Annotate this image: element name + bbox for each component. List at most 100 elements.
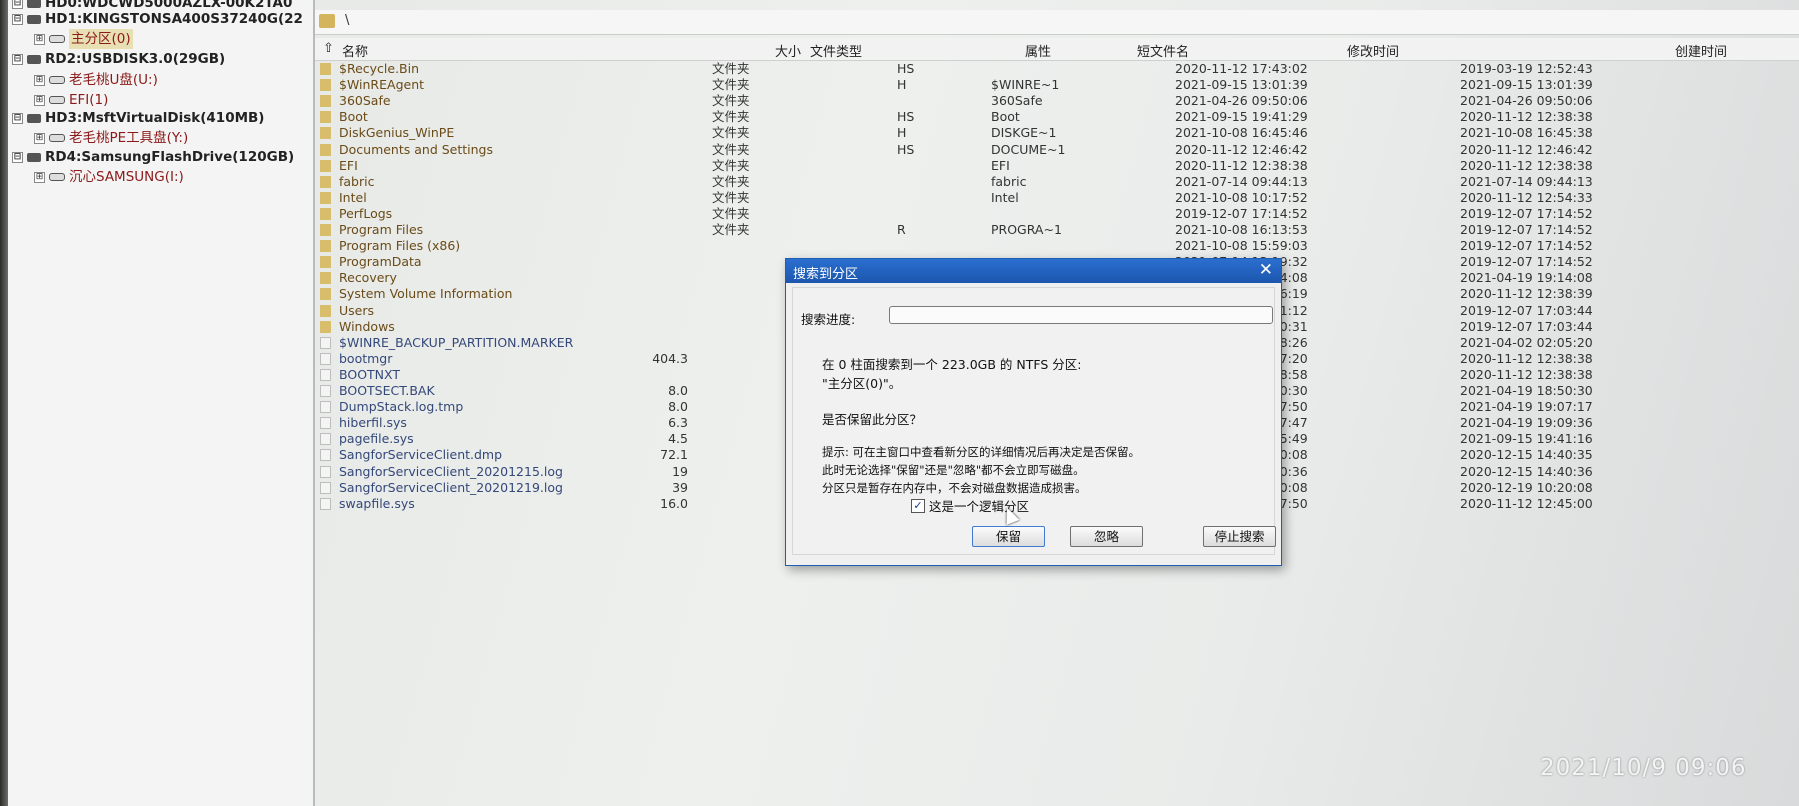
folder-icon: [320, 175, 331, 188]
folder-icon: [320, 207, 331, 220]
file-icon: [320, 481, 331, 494]
file-icon: [320, 352, 331, 365]
file-list-header: ⇧ 名称 大小 文件类型 属性 短文件名 修改时间 创建时间: [315, 38, 1799, 61]
collapse-icon[interactable]: ⊟: [12, 112, 23, 124]
monitor-bezel: [0, 0, 8, 806]
folder-icon: [320, 256, 331, 269]
tree-disk-item[interactable]: ⊟ RD4:SamsungFlashDrive(120GB): [12, 147, 294, 167]
hint-line-2: 此时无论选择"保留"还是"忽略"都不会立即写磁盘。: [822, 463, 1085, 477]
expand-icon[interactable]: ⊞: [34, 132, 45, 144]
folder-icon: [320, 127, 331, 140]
tree-item-label: RD4:SamsungFlashDrive(120GB): [45, 149, 295, 165]
collapse-icon[interactable]: ⊟: [12, 53, 23, 65]
keep-question: 是否保留此分区？: [822, 412, 923, 427]
tree-item-label: HD1:KINGSTONSA400S37240G(22: [45, 11, 303, 27]
tree-partition-item[interactable]: ⊞ 主分区(0): [34, 29, 133, 49]
tree-item-label: RD2:USBDISK3.0(29GB): [45, 51, 226, 67]
screen: ⊟ HD0:WDCWD5000AZLX-00K2TA0 ⊟ HD1:KINGSTONS…: [0, 0, 1799, 806]
progress-label: 搜索进度:: [801, 312, 856, 327]
file-icon: [320, 385, 331, 397]
expand-icon[interactable]: ⊞: [34, 33, 45, 45]
dialog-title: 搜索到分区: [793, 267, 859, 282]
found-line-2: "主分区(0)"。: [822, 376, 902, 391]
folder-icon: [320, 272, 331, 285]
sort-arrow-icon[interactable]: ⇧: [323, 41, 334, 56]
file-created-time: 2020-11-12 12:45:00: [1460, 495, 1593, 511]
tree-item-label: 老毛桃U盘(U:): [69, 72, 158, 88]
collapse-icon[interactable]: ⊟: [12, 13, 23, 25]
folder-icon: [320, 111, 331, 124]
tree-disk-item[interactable]: ⊟ HD3:MsftVirtualDisk(410MB): [12, 108, 264, 128]
partition-icon: [49, 134, 65, 142]
column-header-short-name[interactable]: 短文件名: [1137, 41, 1189, 60]
expand-icon[interactable]: ⊞: [34, 171, 45, 183]
close-icon[interactable]: ✕: [1259, 260, 1273, 280]
hard-disk-icon: [27, 54, 41, 64]
found-line-1: 在 0 柱面搜索到一个 223.0GB 的 NTFS 分区:: [822, 357, 1082, 372]
folder-icon: [320, 159, 331, 172]
collapse-icon[interactable]: ⊟: [12, 151, 23, 163]
hard-disk-icon: [27, 152, 41, 162]
file-size: 16.0: [660, 495, 688, 511]
tree-item-label: 沉心SAMSUNG(I:): [69, 169, 184, 185]
file-icon: [320, 433, 331, 446]
folder-icon: [319, 14, 335, 28]
hard-disk-icon: [27, 14, 41, 24]
partition-icon: [49, 173, 65, 181]
hint-line-1: 提示: 可在主窗口中查看新分区的详细情况后再决定是否保留。: [822, 445, 1141, 459]
dialog-body: 搜索进度: 在 0 柱面搜索到一个 223.0GB 的 NTFS 分区: "主分…: [792, 287, 1276, 555]
column-header-created[interactable]: 创建时间: [1675, 41, 1727, 60]
disk-tree-panel: ⊟ HD0:WDCWD5000AZLX-00K2TA0 ⊟ HD1:KINGSTONS…: [8, 0, 315, 806]
tree-item-label: 主分区(0): [69, 29, 133, 49]
folder-icon: [320, 320, 331, 333]
ignore-button[interactable]: 忽略: [1070, 526, 1143, 547]
column-header-attr[interactable]: 属性: [1025, 41, 1051, 60]
partition-found-dialog: 搜索到分区 ✕ 搜索进度: 在 0 柱面搜索到一个 223.0GB 的 NTFS…: [785, 258, 1282, 566]
expand-icon[interactable]: ⊞: [34, 94, 45, 106]
collapse-icon[interactable]: ⊟: [12, 0, 23, 9]
partition-icon: [49, 96, 65, 104]
photo-timestamp: 2021/10/9 09:06: [1540, 755, 1747, 781]
tree-disk-item[interactable]: ⊟ RD2:USBDISK3.0(29GB): [12, 49, 225, 69]
folder-icon: [320, 304, 331, 317]
file-icon: [320, 417, 331, 430]
partition-icon: [49, 35, 65, 43]
expand-icon[interactable]: ⊞: [34, 74, 45, 86]
folder-icon: [320, 63, 331, 75]
folder-icon: [320, 143, 331, 156]
folder-icon: [320, 79, 331, 92]
hint-line-3: 分区只是暂存在内存中，不会对磁盘数据造成损害。: [822, 481, 1087, 495]
tree-partition-item[interactable]: ⊞ 老毛桃U盘(U:): [34, 70, 158, 90]
dialog-title-bar[interactable]: 搜索到分区 ✕: [786, 259, 1281, 283]
tree-item-label: 老毛桃PE工具盘(Y:): [69, 130, 189, 146]
partition-icon: [49, 76, 65, 84]
search-progress-bar: [889, 306, 1273, 324]
file-icon: [320, 465, 331, 478]
tree-partition-item[interactable]: ⊞ 沉心SAMSUNG(I:): [34, 167, 184, 187]
file-icon: [320, 449, 331, 462]
path-text: \: [345, 13, 350, 28]
column-header-size[interactable]: 大小: [775, 41, 801, 60]
tree-partition-item[interactable]: ⊞ EFI(1): [34, 90, 108, 110]
tree-disk-item[interactable]: ⊟ HD1:KINGSTONSA400S37240G(22: [12, 9, 303, 29]
file-name: swapfile.sys: [339, 495, 415, 511]
column-header-type[interactable]: 文件类型: [810, 41, 862, 60]
file-icon: [320, 401, 331, 414]
folder-icon: [320, 240, 331, 253]
folder-icon: [320, 224, 331, 236]
path-bar[interactable]: \: [315, 10, 1799, 35]
tree-partition-item[interactable]: ⊞ 老毛桃PE工具盘(Y:): [34, 128, 188, 148]
folder-icon: [320, 191, 331, 204]
column-header-name[interactable]: 名称: [342, 41, 368, 60]
tree-item-label: HD3:MsftVirtualDisk(410MB): [45, 110, 265, 126]
hard-disk-icon: [27, 113, 41, 123]
tree-item-label: EFI(1): [69, 92, 109, 108]
file-icon: [320, 368, 331, 381]
column-header-modified[interactable]: 修改时间: [1347, 41, 1399, 60]
logical-partition-checkbox[interactable]: ✓: [911, 498, 925, 513]
file-icon: [320, 497, 331, 510]
keep-button[interactable]: 保留: [972, 526, 1045, 547]
stop-search-button[interactable]: 停止搜索: [1203, 526, 1276, 547]
hard-disk-icon: [27, 0, 41, 8]
folder-icon: [320, 95, 331, 108]
